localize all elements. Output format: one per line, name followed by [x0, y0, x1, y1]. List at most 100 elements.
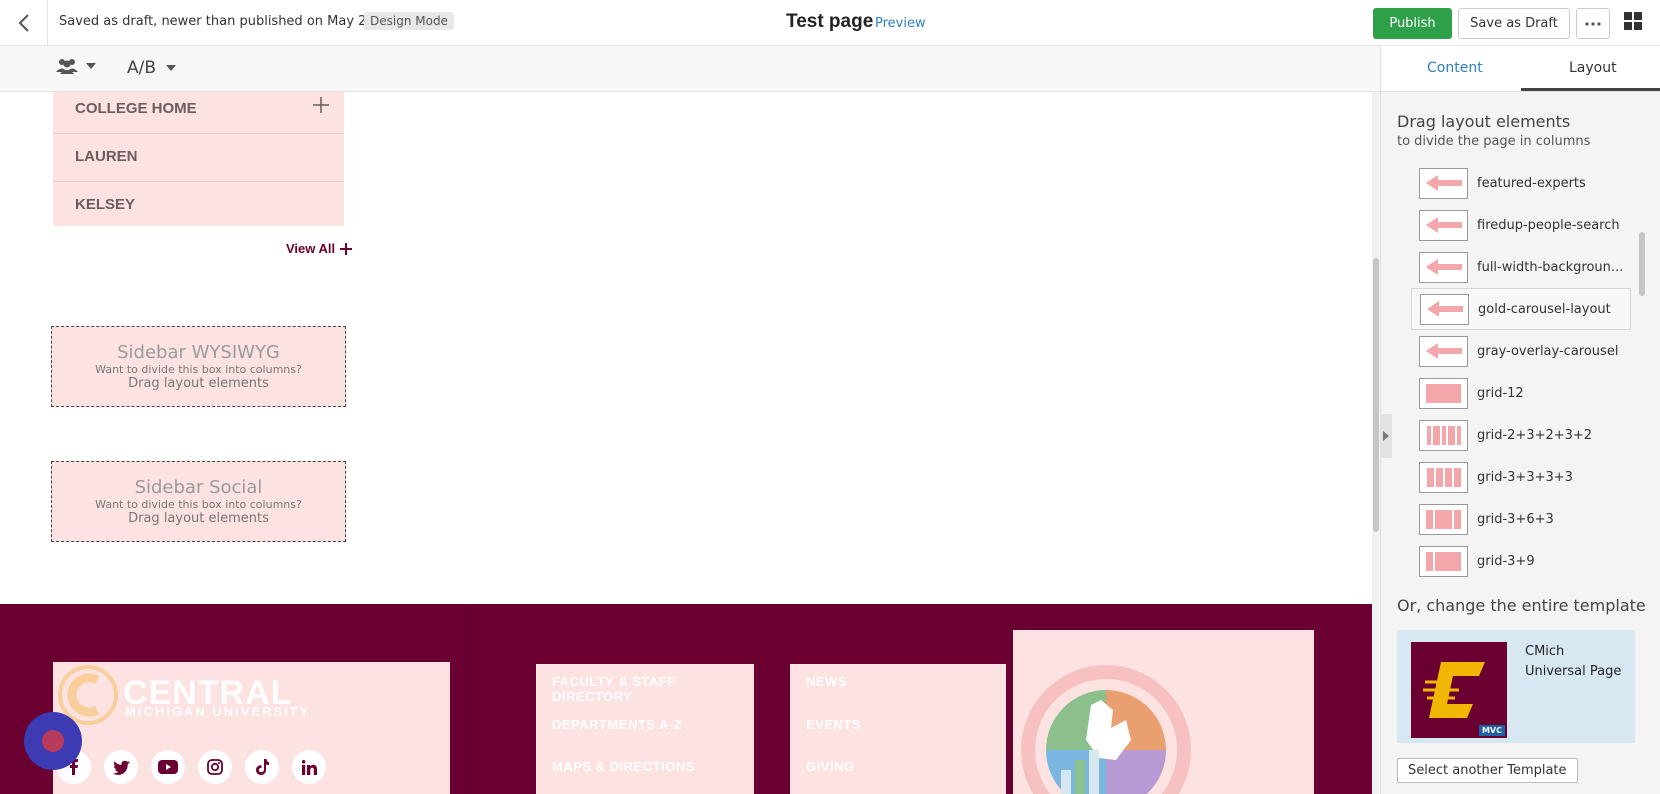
layout-element-item[interactable]: grid-2+3+2+3+2	[1411, 414, 1631, 456]
caret-down-icon	[166, 65, 177, 71]
more-options-button[interactable]	[1576, 8, 1610, 39]
footer-logo-block: CENTRAL MICHIGAN UNIVERSITY	[53, 662, 450, 794]
twitter-link[interactable]	[104, 750, 138, 784]
footer-link-maps[interactable]: MAPS & DIRECTIONS	[552, 759, 695, 774]
layout-element-label: grid-3+6+3	[1477, 511, 1554, 527]
canvas-toolbar: A/B	[0, 46, 1380, 92]
layout-element-label: grid-3+3+3+3	[1477, 469, 1573, 485]
layout-element-item[interactable]: gold-carousel-layout	[1411, 288, 1631, 330]
panel-collapse-handle[interactable]	[1380, 414, 1392, 458]
tiktok-link[interactable]	[245, 750, 279, 784]
template-name: CMich Universal Page	[1525, 644, 1622, 679]
layout-element-item[interactable]: featured-experts	[1411, 162, 1631, 204]
grid-column-shape	[1441, 425, 1446, 445]
tab-layout[interactable]: Layout	[1569, 60, 1617, 76]
layout-element-item[interactable]: gray-overlay-carousel	[1411, 330, 1631, 372]
layout-element-label: featured-experts	[1477, 175, 1586, 191]
template-type-badge: MVC	[1478, 725, 1505, 736]
nav-item-label: LAUREN	[75, 148, 138, 165]
chat-icon	[42, 730, 64, 752]
chevron-left-icon	[18, 14, 29, 32]
layout-element-label: grid-2+3+2+3+2	[1477, 427, 1593, 443]
footer-link-departments[interactable]: DEPARTMENTS A-Z	[552, 717, 682, 732]
template-thumbnail: MVC	[1411, 642, 1507, 738]
back-button[interactable]	[0, 0, 48, 46]
grid-column-shape	[1435, 509, 1452, 529]
instagram-link[interactable]	[198, 750, 232, 784]
personas-dropdown[interactable]	[56, 58, 96, 74]
layout-element-item[interactable]: grid-3+3+3+3	[1411, 456, 1631, 498]
footer-links-column-2: NEWS EVENTS GIVING	[790, 664, 1006, 794]
panel-tabs: Content Layout	[1381, 46, 1660, 92]
users-icon	[56, 59, 78, 74]
publish-button[interactable]: Publish	[1373, 8, 1452, 39]
grid-column-shape	[1456, 425, 1461, 445]
editor-side-panel: Content Layout Drag layout elements to d…	[1380, 46, 1660, 794]
layout-element-item[interactable]: firedup-people-search	[1411, 204, 1631, 246]
twitter-icon	[112, 760, 130, 775]
dropzone-sidebar-social[interactable]: Sidebar Social Want to divide this box i…	[51, 461, 346, 542]
nav-item-college-home[interactable]: COLLEGE HOME	[53, 92, 344, 134]
tab-content[interactable]: Content	[1427, 60, 1483, 76]
dropzone-hint: Drag layout elements	[128, 376, 269, 391]
grid-column-shape	[1453, 467, 1461, 487]
view-all-label: View All	[286, 241, 336, 256]
apps-grid-button[interactable]	[1624, 12, 1646, 34]
site-footer: CENTRAL MICHIGAN UNIVERSITY FACULTY & ST…	[0, 604, 1372, 794]
save-status: Saved as draft, newer than published on …	[59, 14, 375, 29]
current-template-card: MVC CMich Universal Page	[1397, 630, 1635, 743]
linkedin-icon	[301, 759, 317, 775]
ab-test-dropdown[interactable]: A/B	[127, 58, 177, 78]
layout-elements-list: featured-experts firedup-people-search ful…	[1411, 162, 1631, 582]
layout-element-item[interactable]: grid-3+6+3	[1411, 498, 1631, 540]
layout-element-item[interactable]: full-width-backgroun...	[1411, 246, 1631, 288]
layout-list-scrollbar-thumb[interactable]	[1639, 232, 1645, 296]
footer-link-giving[interactable]: GIVING	[806, 759, 855, 774]
arrow-left-icon	[1419, 167, 1468, 199]
dropzone-title: Sidebar Social	[134, 477, 263, 498]
plus-icon	[340, 242, 353, 255]
dropzone-hint: Drag layout elements	[128, 511, 269, 526]
arrow-left-icon	[1419, 251, 1468, 283]
youtube-icon	[158, 760, 178, 774]
grid-column-shape	[1426, 551, 1433, 571]
footer-links-column-1: FACULTY & STAFF DIRECTORY DEPARTMENTS A-…	[536, 664, 754, 794]
view-all-link[interactable]: View All	[286, 241, 353, 256]
canvas-scrollbar-thumb[interactable]	[1373, 258, 1379, 532]
grid-column-shape	[1432, 425, 1440, 445]
social-links	[57, 750, 326, 784]
arrow-left-icon	[1419, 209, 1468, 241]
ab-label: A/B	[127, 58, 157, 78]
nav-item-lauren[interactable]: LAUREN	[53, 134, 344, 182]
layout-element-item[interactable]: grid-12	[1411, 372, 1631, 414]
grid-column-shape	[1444, 467, 1452, 487]
layout-element-label: full-width-backgroun...	[1477, 259, 1624, 275]
save-as-draft-button[interactable]: Save as Draft	[1458, 8, 1570, 39]
layout-element-label: grid-12	[1477, 385, 1524, 401]
transparency-reporting-seal-icon	[1021, 665, 1191, 794]
top-bar: Saved as draft, newer than published on …	[0, 0, 1660, 46]
grid-layout-icon	[1419, 461, 1468, 493]
dropzone-sidebar-wysiwyg[interactable]: Sidebar WYSIWYG Want to divide this box …	[51, 326, 346, 407]
footer-transparency-block[interactable]	[1013, 630, 1314, 794]
layout-element-item[interactable]: grid-3+9	[1411, 540, 1631, 582]
footer-link-directory[interactable]: FACULTY & STAFF DIRECTORY	[552, 674, 754, 704]
plus-icon[interactable]	[312, 96, 330, 114]
page-canvas: COLLEGE HOME LAUREN KELSEY View All Side…	[0, 92, 1372, 794]
dropzone-subtitle: Want to divide this box into columns?	[95, 363, 302, 376]
apps-grid-icon	[1624, 12, 1642, 30]
footer-logo-subtitle: MICHIGAN UNIVERSITY	[125, 704, 311, 719]
grid-layout-icon	[1419, 503, 1468, 535]
nav-item-kelsey[interactable]: KELSEY	[53, 182, 344, 226]
page-title: Test page	[786, 11, 874, 32]
footer-link-events[interactable]: EVENTS	[806, 717, 861, 732]
select-another-template-button[interactable]: Select another Template	[1397, 758, 1578, 783]
footer-link-news[interactable]: NEWS	[806, 674, 847, 689]
grid-column-shape	[1435, 551, 1461, 571]
grid-column-shape	[1426, 383, 1461, 403]
youtube-link[interactable]	[151, 750, 185, 784]
chat-widget-button[interactable]	[24, 712, 82, 770]
cmich-c-logo-icon	[1423, 662, 1485, 718]
preview-link[interactable]: Preview	[875, 16, 926, 31]
linkedin-link[interactable]	[292, 750, 326, 784]
